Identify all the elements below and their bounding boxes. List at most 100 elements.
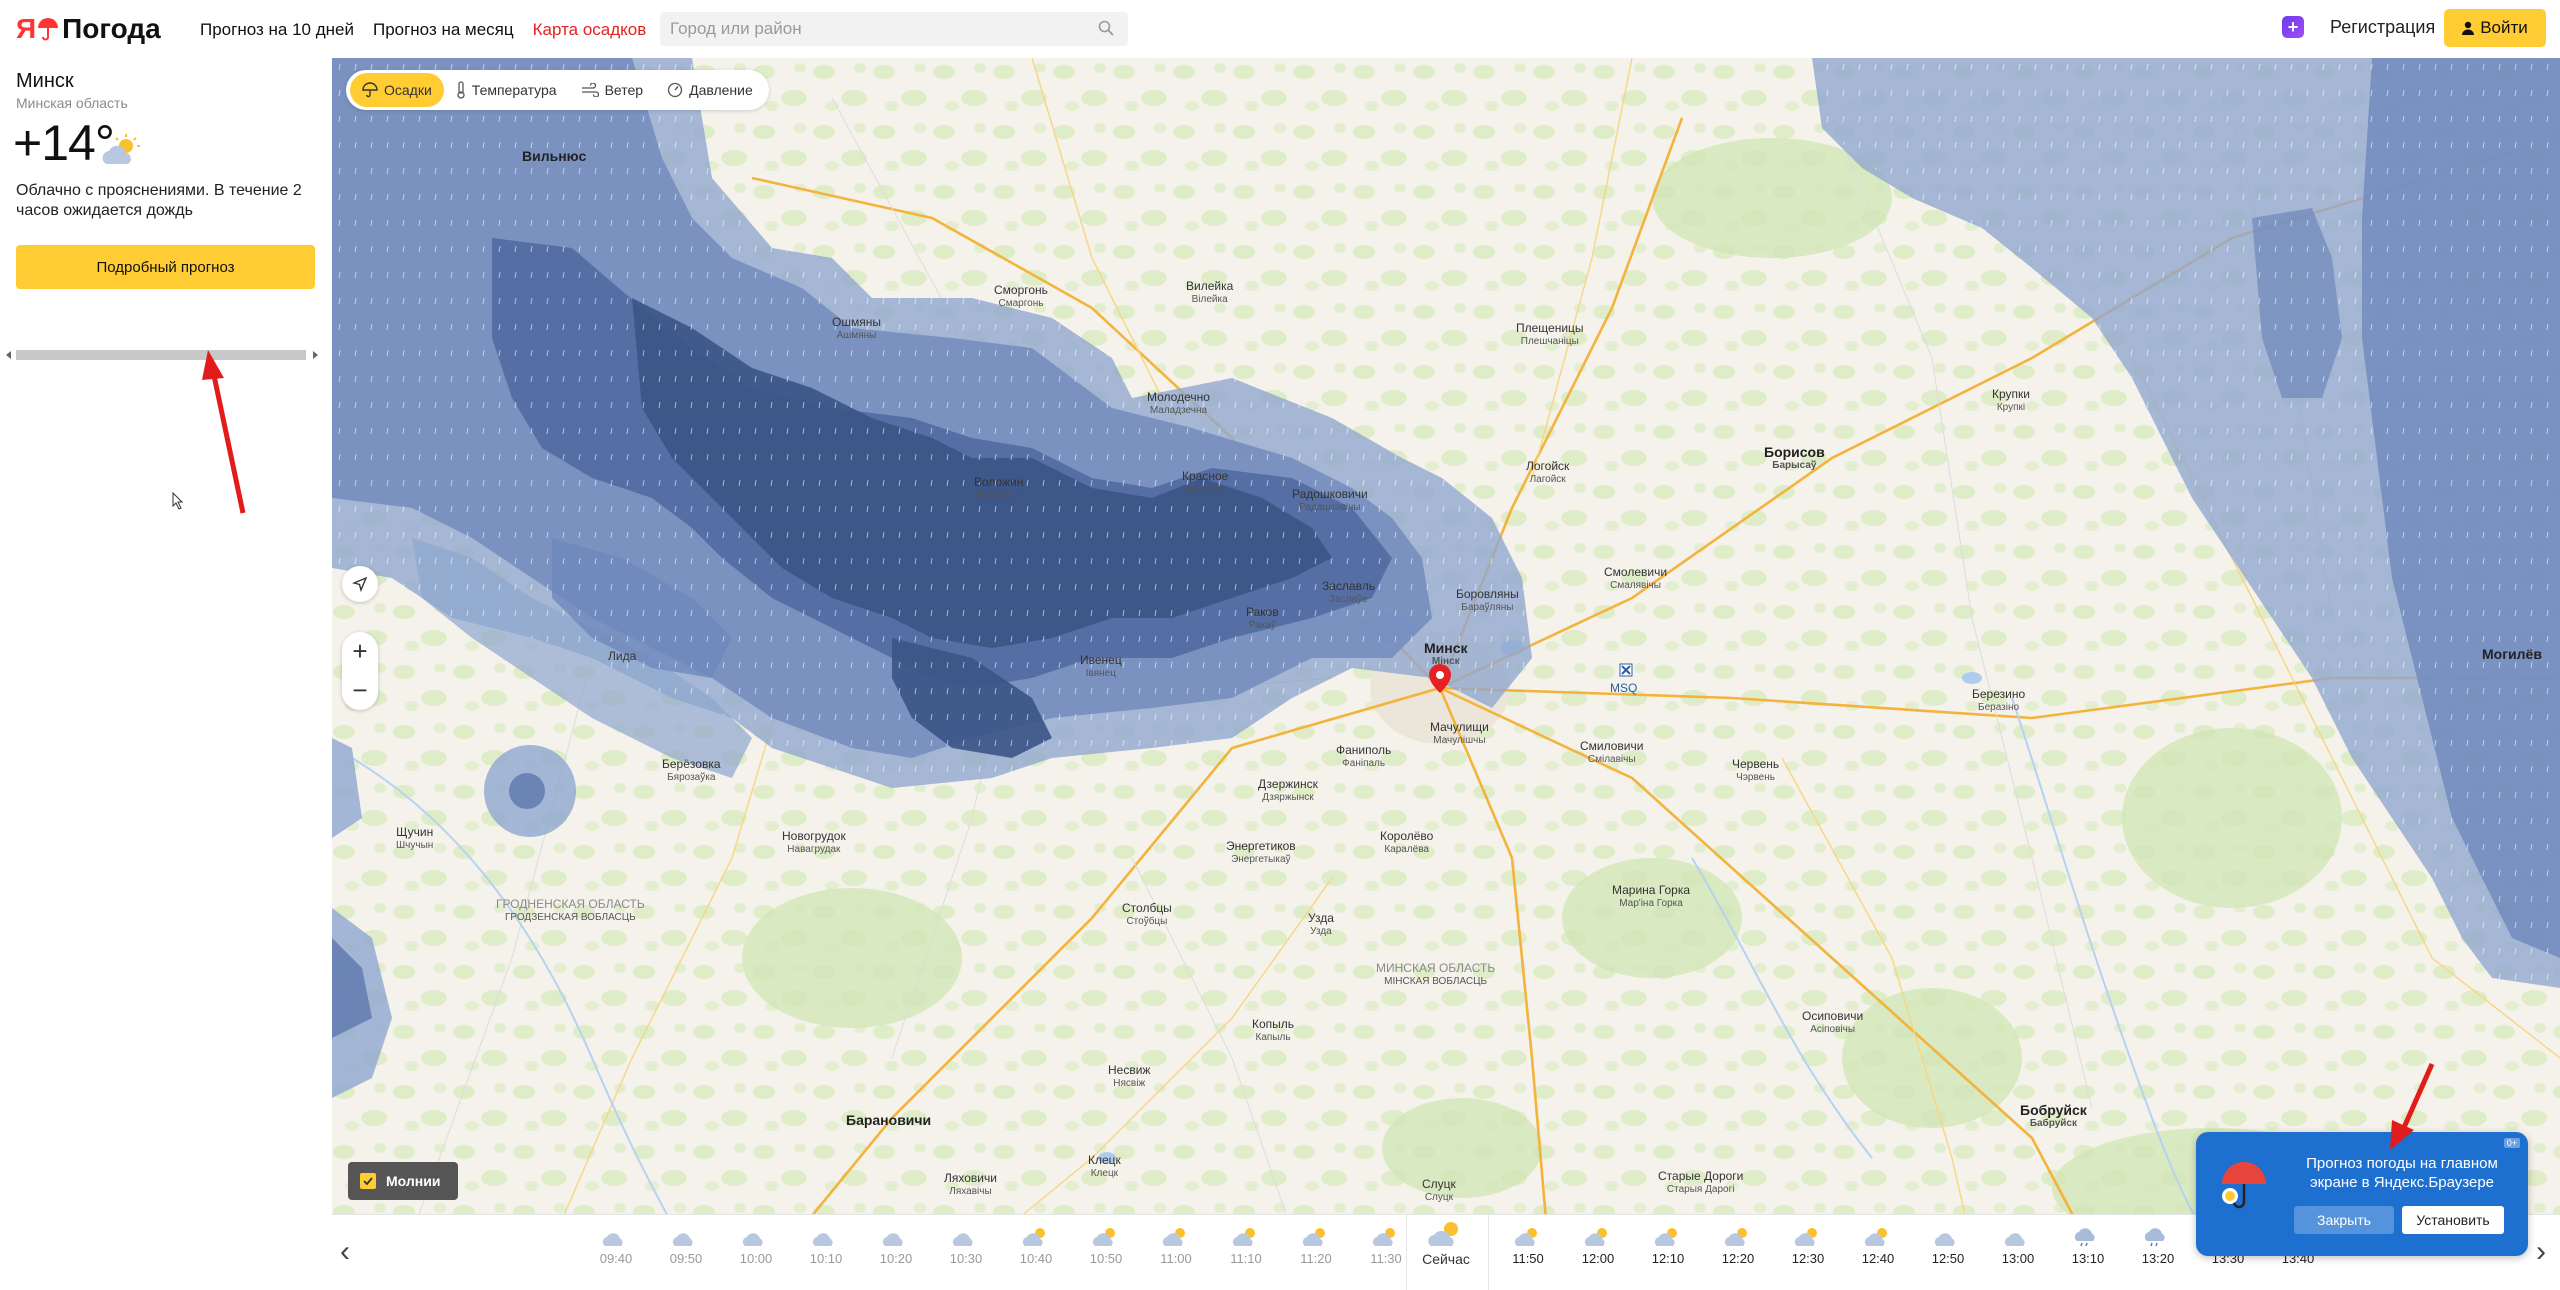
scroll-right-arrow-icon[interactable]	[313, 351, 318, 359]
timeline-time: 13:20	[2141, 1251, 2175, 1266]
label-grodno-region: ГРОДНЕНСКАЯ ОБЛАСТЬ ГРОДЗЕНСКАЯ ВОБЛАСЦЬ	[496, 897, 645, 924]
label-uzda: Узда Узда	[1308, 911, 1334, 938]
thermometer-icon	[457, 81, 465, 99]
timeline-step[interactable]: 13:00	[1988, 1225, 2048, 1266]
timeline-step[interactable]: 10:20	[866, 1225, 926, 1266]
label-novogrudok: Новогрудок Навагрудак	[782, 829, 846, 856]
weather-icon	[1918, 1225, 1978, 1247]
plus-icon[interactable]: +	[2282, 16, 2304, 38]
layer-precipitation[interactable]: Осадки	[350, 73, 444, 107]
timeline-step[interactable]: 12:40	[1848, 1225, 1908, 1266]
label-energetikov: Энергетиков Энергетыкаў	[1226, 839, 1296, 866]
label-smilovichi: Смиловичи Смілавічы	[1580, 739, 1644, 766]
label-borovlyany: Боровляны Бараўляны	[1456, 587, 1519, 614]
timeline-step[interactable]: 11:30	[1356, 1225, 1416, 1266]
umbrella-logo-icon	[38, 18, 59, 41]
label-molodechno: Молодечно Маладзечна	[1147, 390, 1210, 417]
label-vileyka: Вилейка Вілейка	[1186, 279, 1234, 306]
logo-ya: Я	[16, 13, 37, 44]
layer-pressure-label: Давление	[689, 82, 753, 98]
label-rakov: Раков Ракаў	[1246, 605, 1279, 632]
timeline-time: 11:00	[1160, 1251, 1192, 1266]
layer-temperature[interactable]: Температура	[444, 73, 569, 107]
timeline-step[interactable]: 09:40	[586, 1225, 646, 1266]
timeline-time: 10:40	[1019, 1251, 1053, 1266]
precipitation-map[interactable]: Вильнюс Минск Мінск Молодечно Маладзечна Б…	[332, 58, 2560, 1289]
logo[interactable]: Я Погода	[16, 12, 161, 46]
timeline-step[interactable]: 11:00	[1146, 1225, 1206, 1266]
label-radoshkovichi: Радошковичи Радашковічы	[1292, 487, 1368, 514]
timeline-time: 13:00	[2001, 1251, 2035, 1266]
timeline-step[interactable]: 10:50	[1076, 1225, 1136, 1266]
label-ivenets: Ивенец Івянец	[1080, 653, 1122, 680]
nav-precip-map[interactable]: Карта осадков	[533, 18, 647, 42]
weather-icon	[1498, 1225, 1558, 1247]
timeline-step[interactable]: 12:30	[1778, 1225, 1838, 1266]
search-input[interactable]	[660, 12, 1128, 46]
condition-text: Облачно с прояснениями. В течение 2 часо…	[16, 182, 302, 219]
weather-icon	[866, 1225, 926, 1247]
geolocation-arrow-icon	[352, 576, 368, 592]
login-button[interactable]: Войти	[2444, 9, 2546, 47]
timeline-step[interactable]: 10:00	[726, 1225, 786, 1266]
scroll-left-arrow-icon[interactable]	[6, 351, 11, 359]
city-name: Минск	[16, 70, 74, 92]
lightning-checkbox[interactable]	[360, 1173, 376, 1189]
nav-10-days[interactable]: Прогноз на 10 дней	[200, 18, 354, 42]
search-icon[interactable]	[1098, 20, 1114, 36]
label-berezino: Березино Беразіно	[1972, 687, 2026, 714]
timeline-prev-icon[interactable]: ‹	[340, 1235, 350, 1269]
timeline-step[interactable]: 10:30	[936, 1225, 996, 1266]
timeline-time: 11:10	[1230, 1251, 1262, 1266]
label-marina-gorka: Марина Горка Мар'іна Горка	[1612, 883, 1691, 910]
timeline-step[interactable]: 12:20	[1708, 1225, 1768, 1266]
sidebar: Минск Минская область +14° Облачно с про…	[0, 58, 333, 1289]
timeline-time: 10:50	[1089, 1251, 1123, 1266]
weather-icon	[2058, 1225, 2118, 1247]
timeline-next-icon[interactable]: ›	[2536, 1235, 2546, 1269]
timeline-step[interactable]: 12:10	[1638, 1225, 1698, 1266]
label-minsk: Минск Мінск	[1424, 640, 1468, 667]
layer-wind[interactable]: Ветер	[569, 73, 656, 107]
label-dzerzhinsk: Дзержинск Дзяржынск	[1258, 777, 1318, 804]
register-link[interactable]: Регистрация	[2330, 17, 2435, 38]
zoom-out-button[interactable]: −	[342, 671, 378, 710]
timeline-step[interactable]: 13:10	[2058, 1225, 2118, 1266]
timeline-step[interactable]: 12:50	[1918, 1225, 1978, 1266]
weather-icon	[1638, 1225, 1698, 1247]
timeline-time: 11:30	[1370, 1251, 1402, 1266]
map-canvas[interactable]	[332, 58, 2560, 1289]
umbrella-icon	[362, 82, 378, 98]
timeline-separator	[1488, 1215, 1489, 1290]
zoom-in-button[interactable]: +	[342, 632, 378, 671]
timeline-step[interactable]: 13:20	[2128, 1225, 2188, 1266]
geolocation-button[interactable]	[342, 566, 378, 602]
lightning-toggle[interactable]: Молнии	[348, 1162, 458, 1200]
timeline-step[interactable]: 10:10	[796, 1225, 856, 1266]
label-osipovichi: Осиповичи Асіповічы	[1802, 1009, 1864, 1036]
nav-month[interactable]: Прогноз на месяц	[373, 18, 514, 42]
weather-icon	[1848, 1225, 1908, 1247]
label-borisov: Борисов Барысаў	[1764, 444, 1825, 471]
label-oshmyany: Ошмяны Ашмяны	[832, 315, 881, 342]
label-logoisk: Логойск Лагойск	[1526, 459, 1570, 486]
timeline-now[interactable]: Сейчас	[1416, 1219, 1476, 1267]
weather-icon	[1006, 1225, 1066, 1247]
layer-wind-label: Ветер	[604, 82, 644, 98]
horizontal-scrollbar[interactable]	[6, 348, 318, 362]
check-icon	[363, 1177, 373, 1185]
timeline-step[interactable]: 11:10	[1216, 1225, 1276, 1266]
detailed-forecast-button[interactable]: Подробный прогноз	[16, 245, 315, 289]
lightning-label: Молнии	[386, 1173, 441, 1189]
timeline-step[interactable]: 11:20	[1286, 1225, 1346, 1266]
scrollbar-thumb[interactable]	[16, 350, 306, 360]
timeline-step[interactable]: 11:50	[1498, 1225, 1558, 1266]
timeline-now-label: Сейчас	[1422, 1251, 1470, 1267]
popup-install-button[interactable]: Установить	[2402, 1206, 2504, 1234]
timeline-step[interactable]: 10:40	[1006, 1225, 1066, 1266]
timeline-step[interactable]: 12:00	[1568, 1225, 1628, 1266]
layer-pressure[interactable]: Давление	[655, 73, 765, 107]
weather-icon	[936, 1225, 996, 1247]
popup-close-button[interactable]: Закрыть	[2294, 1206, 2394, 1234]
timeline-step[interactable]: 09:50	[656, 1225, 716, 1266]
